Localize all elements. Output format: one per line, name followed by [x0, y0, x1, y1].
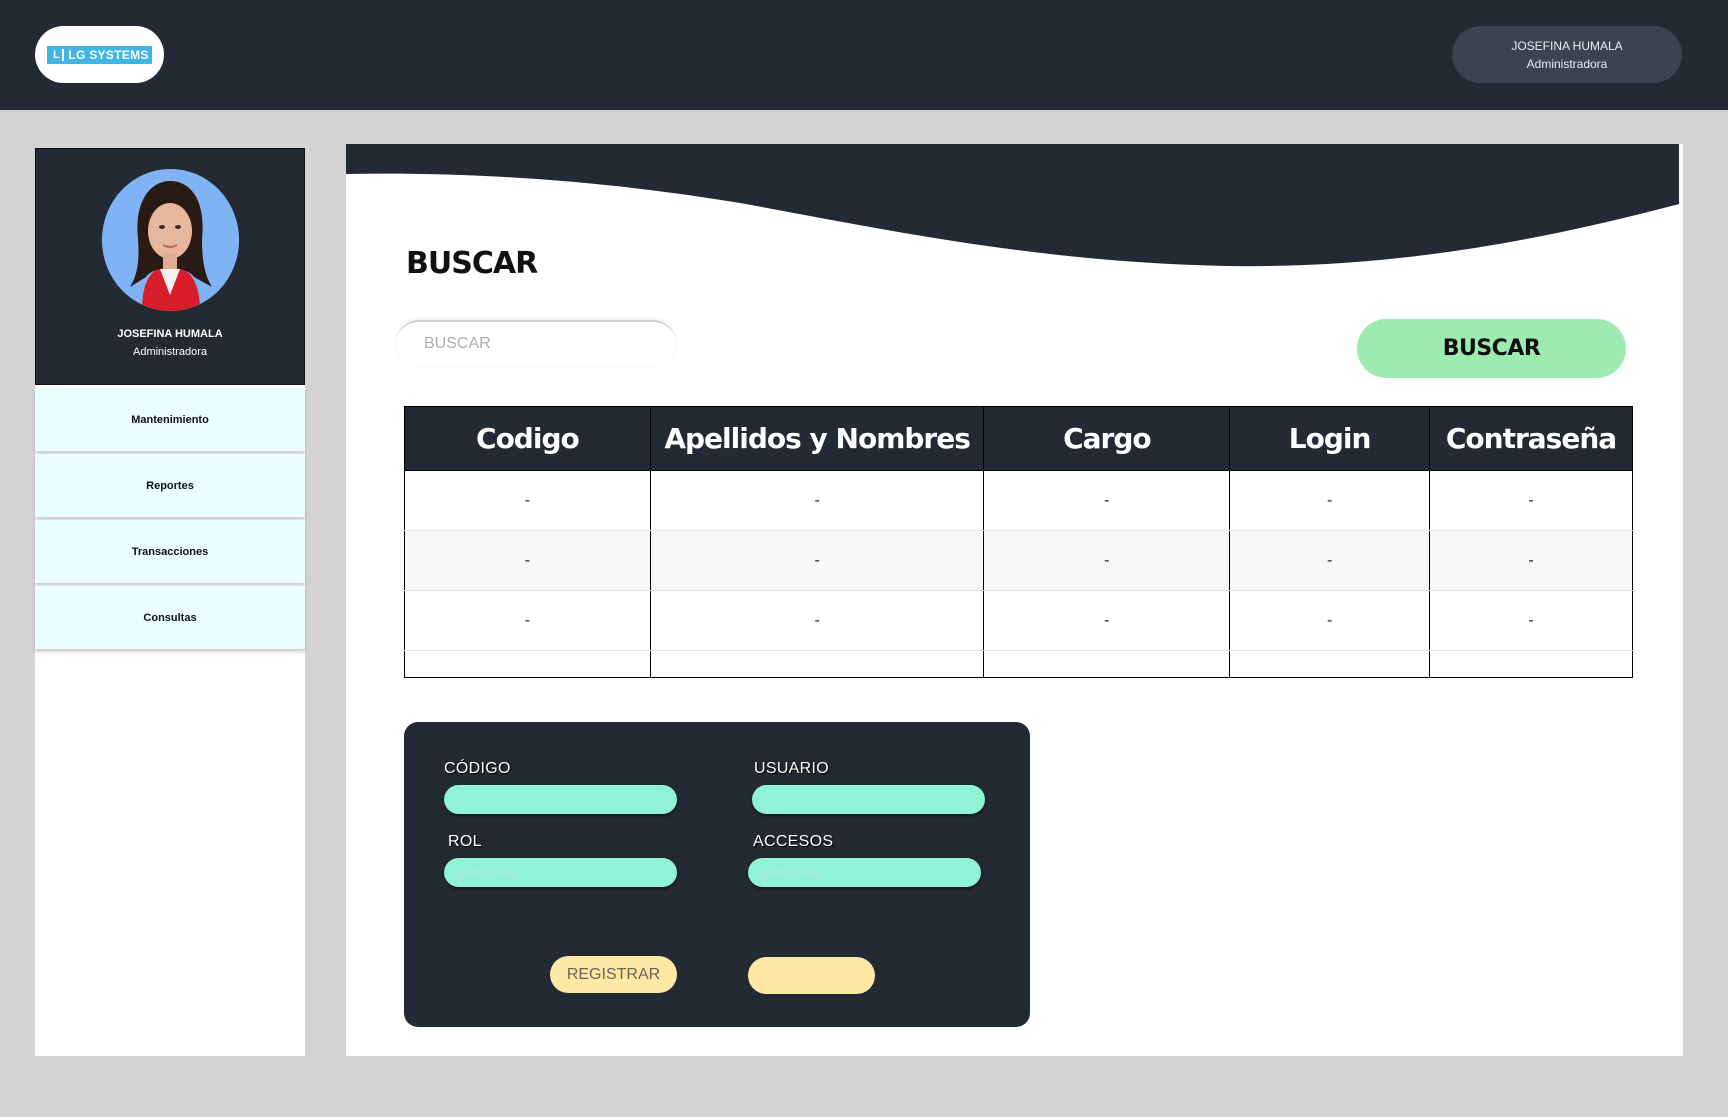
column-header-cargo[interactable]: Cargo [983, 406, 1231, 471]
table-cell-empty [649, 650, 985, 678]
table-cell: - [649, 530, 985, 591]
codigo-field[interactable] [444, 785, 677, 814]
table-row[interactable]: - - - - - [404, 470, 1633, 531]
profile-name: JOSEFINA HUMALA [117, 328, 223, 340]
sidebar-item-reportes[interactable]: Reportes [35, 454, 305, 517]
codigo-label: CÓDIGO [444, 760, 511, 777]
table-cell: - [1229, 470, 1431, 531]
column-header-contrasena[interactable]: Contraseña [1429, 406, 1633, 471]
sidebar-item-mantenimiento[interactable]: Mantenimiento [35, 388, 305, 451]
table-cell: - [983, 590, 1231, 651]
logo-text: LG SYSTEMS [68, 47, 149, 62]
rol-select[interactable] [444, 858, 677, 887]
user-form: CÓDIGO USUARIO ROL ACCESOS REGISTRAR [404, 722, 1030, 1027]
users-table: Codigo Apellidos y Nombres Cargo Login C… [404, 406, 1633, 678]
table-cell: - [1229, 590, 1431, 651]
table-row-empty [404, 650, 1633, 678]
table-cell: - [983, 470, 1231, 531]
table-header-row: Codigo Apellidos y Nombres Cargo Login C… [404, 406, 1633, 471]
table-cell: - [983, 530, 1231, 591]
usuario-field[interactable] [752, 785, 985, 814]
column-header-codigo[interactable]: Codigo [404, 406, 651, 471]
table-cell: - [1229, 530, 1431, 591]
logo-badge: L LG SYSTEMS [47, 45, 152, 64]
accesos-select[interactable] [748, 858, 981, 887]
sidebar: JOSEFINA HUMALA Administradora Mantenimi… [35, 148, 305, 1056]
accesos-label: ACCESOS [753, 833, 834, 850]
page-title: BUSCAR [406, 246, 538, 281]
user-menu[interactable]: JOSEFINA HUMALA Administradora [1452, 26, 1682, 83]
search-button[interactable]: BUSCAR [1357, 319, 1626, 378]
secondary-button[interactable] [748, 957, 875, 994]
sidebar-item-consultas[interactable]: Consultas [35, 586, 305, 649]
table-cell: - [1429, 470, 1633, 531]
table-cell: - [404, 590, 651, 651]
rol-label: ROL [448, 833, 482, 850]
table-cell-empty [1429, 650, 1633, 678]
table-cell: - [404, 470, 651, 531]
brand-logo[interactable]: L LG SYSTEMS [35, 26, 164, 83]
avatar [101, 169, 239, 311]
column-header-nombres[interactable]: Apellidos y Nombres [649, 406, 985, 471]
table-cell: - [1429, 590, 1633, 651]
logo-letter: L [50, 48, 65, 61]
table-cell: - [404, 530, 651, 591]
top-bar: L LG SYSTEMS JOSEFINA HUMALA Administrad… [0, 0, 1728, 110]
table-cell: - [649, 470, 985, 531]
avatar-portrait-icon [101, 169, 239, 311]
main-panel: BUSCAR BUSCAR Codigo Apellidos y Nombres… [346, 144, 1683, 1056]
table-cell-empty [983, 650, 1231, 678]
user-role: Administradora [1526, 56, 1608, 71]
profile-role: Administradora [133, 346, 207, 358]
table-row[interactable]: - - - - - [404, 590, 1633, 651]
column-header-login[interactable]: Login [1229, 406, 1431, 471]
user-name: JOSEFINA HUMALA [1511, 38, 1623, 53]
register-button[interactable]: REGISTRAR [550, 956, 677, 993]
search-input[interactable] [396, 320, 676, 366]
sidebar-item-transacciones[interactable]: Transacciones [35, 520, 305, 583]
table-cell-empty [404, 650, 651, 678]
table-cell-empty [1229, 650, 1431, 678]
table-cell: - [649, 590, 985, 651]
table-cell: - [1429, 530, 1633, 591]
table-row[interactable]: - - - - - [404, 530, 1633, 591]
profile-card: JOSEFINA HUMALA Administradora [35, 148, 305, 385]
usuario-label: USUARIO [754, 760, 829, 777]
header-wave [346, 144, 1679, 267]
